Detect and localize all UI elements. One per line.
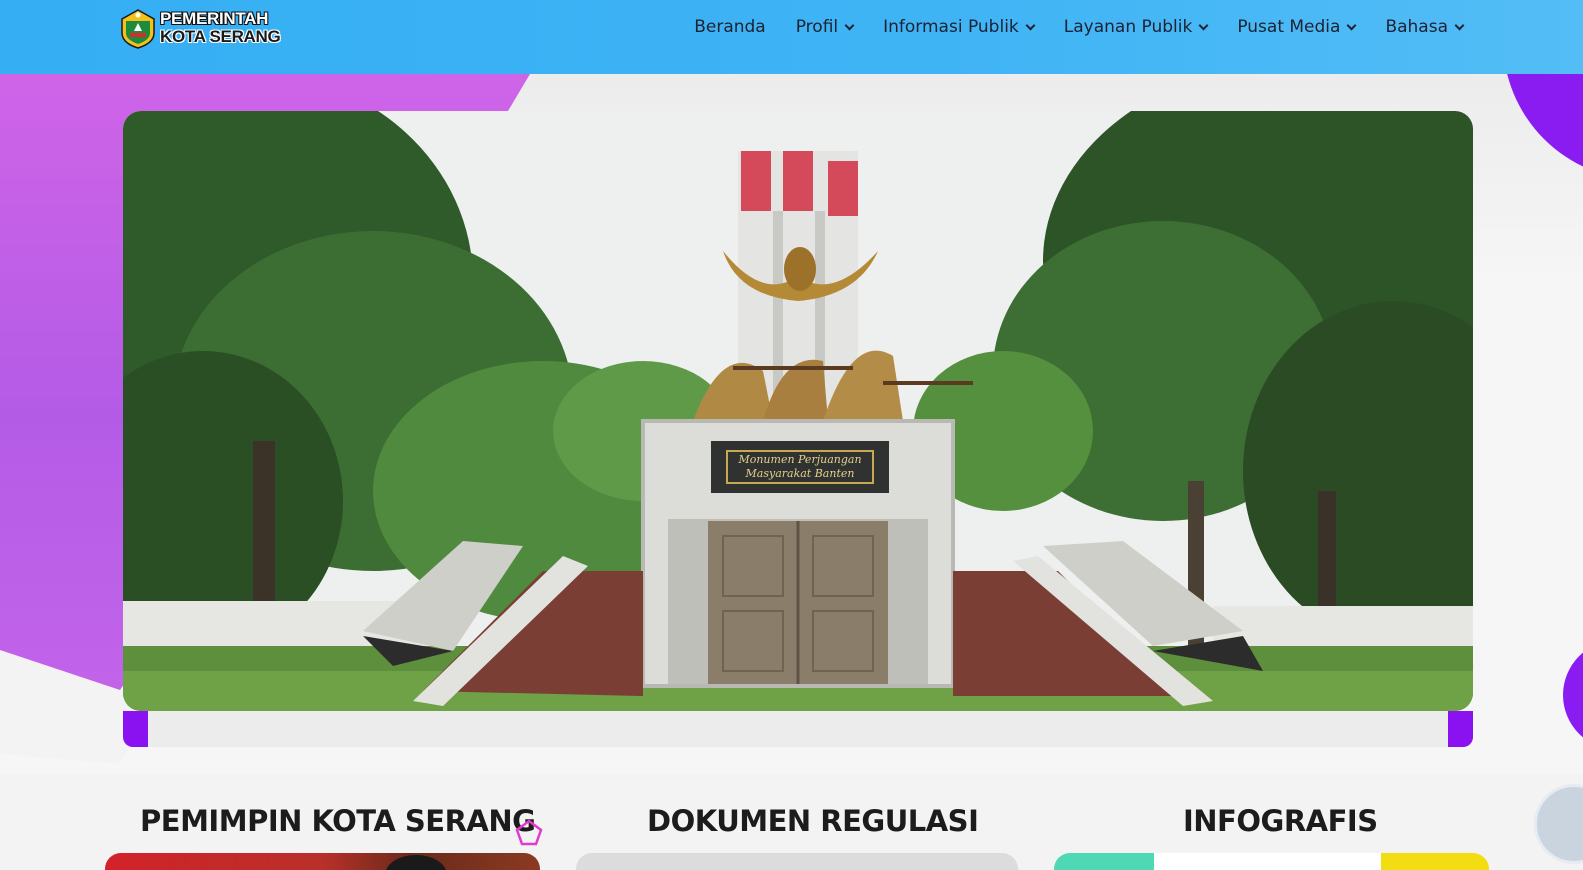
chevron-down-icon: [1347, 20, 1357, 30]
site-logo[interactable]: PEMERINTAH KOTA SERANG: [120, 6, 281, 50]
slider-pagination-bar: [123, 711, 1473, 747]
city-emblem-icon: [120, 9, 156, 49]
floating-action-button[interactable]: [1534, 784, 1583, 864]
nav-item-profil[interactable]: Profil: [795, 17, 855, 37]
infographics-card[interactable]: [1054, 853, 1489, 870]
plaque-line2: Masyarakat Banten: [745, 467, 855, 480]
site-header: PEMERINTAH KOTA SERANG Beranda Profil In…: [0, 0, 1583, 74]
slider-next-icon[interactable]: [1448, 711, 1473, 747]
nav-item-informasi-publik[interactable]: Informasi Publik: [883, 17, 1036, 37]
main-nav: Beranda Profil Informasi Publik Layanan …: [694, 17, 1465, 37]
leaders-card[interactable]: [105, 853, 540, 870]
plaque-line1: Monumen Perjuangan: [737, 453, 861, 466]
hero-slide-image[interactable]: Monumen Perjuangan Masyarakat Banten: [123, 111, 1473, 711]
infographic-thumb: [1054, 853, 1154, 870]
section-title-regulations: DOKUMEN REGULASI: [647, 804, 979, 838]
nav-label: Informasi Publik: [883, 17, 1019, 37]
leader-emblem-icon: [385, 855, 447, 870]
chevron-down-icon: [844, 20, 855, 30]
chevron-down-icon: [1025, 20, 1036, 30]
logo-line1: PEMERINTAH: [160, 9, 269, 28]
slider-prev-icon[interactable]: [123, 711, 148, 747]
nav-label: Pusat Media: [1237, 17, 1341, 37]
pentagon-decoration-icon: [514, 818, 544, 848]
chevron-down-icon: [1198, 20, 1209, 30]
section-title-infographics: INFOGRAFIS: [1183, 804, 1378, 838]
nav-item-bahasa[interactable]: Bahasa: [1385, 17, 1465, 37]
regulations-card[interactable]: [576, 853, 1018, 870]
section-title-leaders: PEMIMPIN KOTA SERANG: [140, 804, 536, 838]
nav-item-beranda[interactable]: Beranda: [694, 17, 766, 37]
nav-item-layanan-publik[interactable]: Layanan Publik: [1063, 17, 1209, 37]
nav-label: Beranda: [694, 17, 766, 37]
infographic-thumb: [1381, 853, 1489, 870]
nav-item-pusat-media[interactable]: Pusat Media: [1237, 17, 1357, 37]
nav-label: Profil: [795, 17, 839, 37]
nav-label: Layanan Publik: [1063, 17, 1193, 37]
nav-label: Bahasa: [1385, 17, 1448, 37]
logo-line2: KOTA SERANG: [160, 27, 281, 46]
chevron-down-icon: [1454, 20, 1465, 30]
